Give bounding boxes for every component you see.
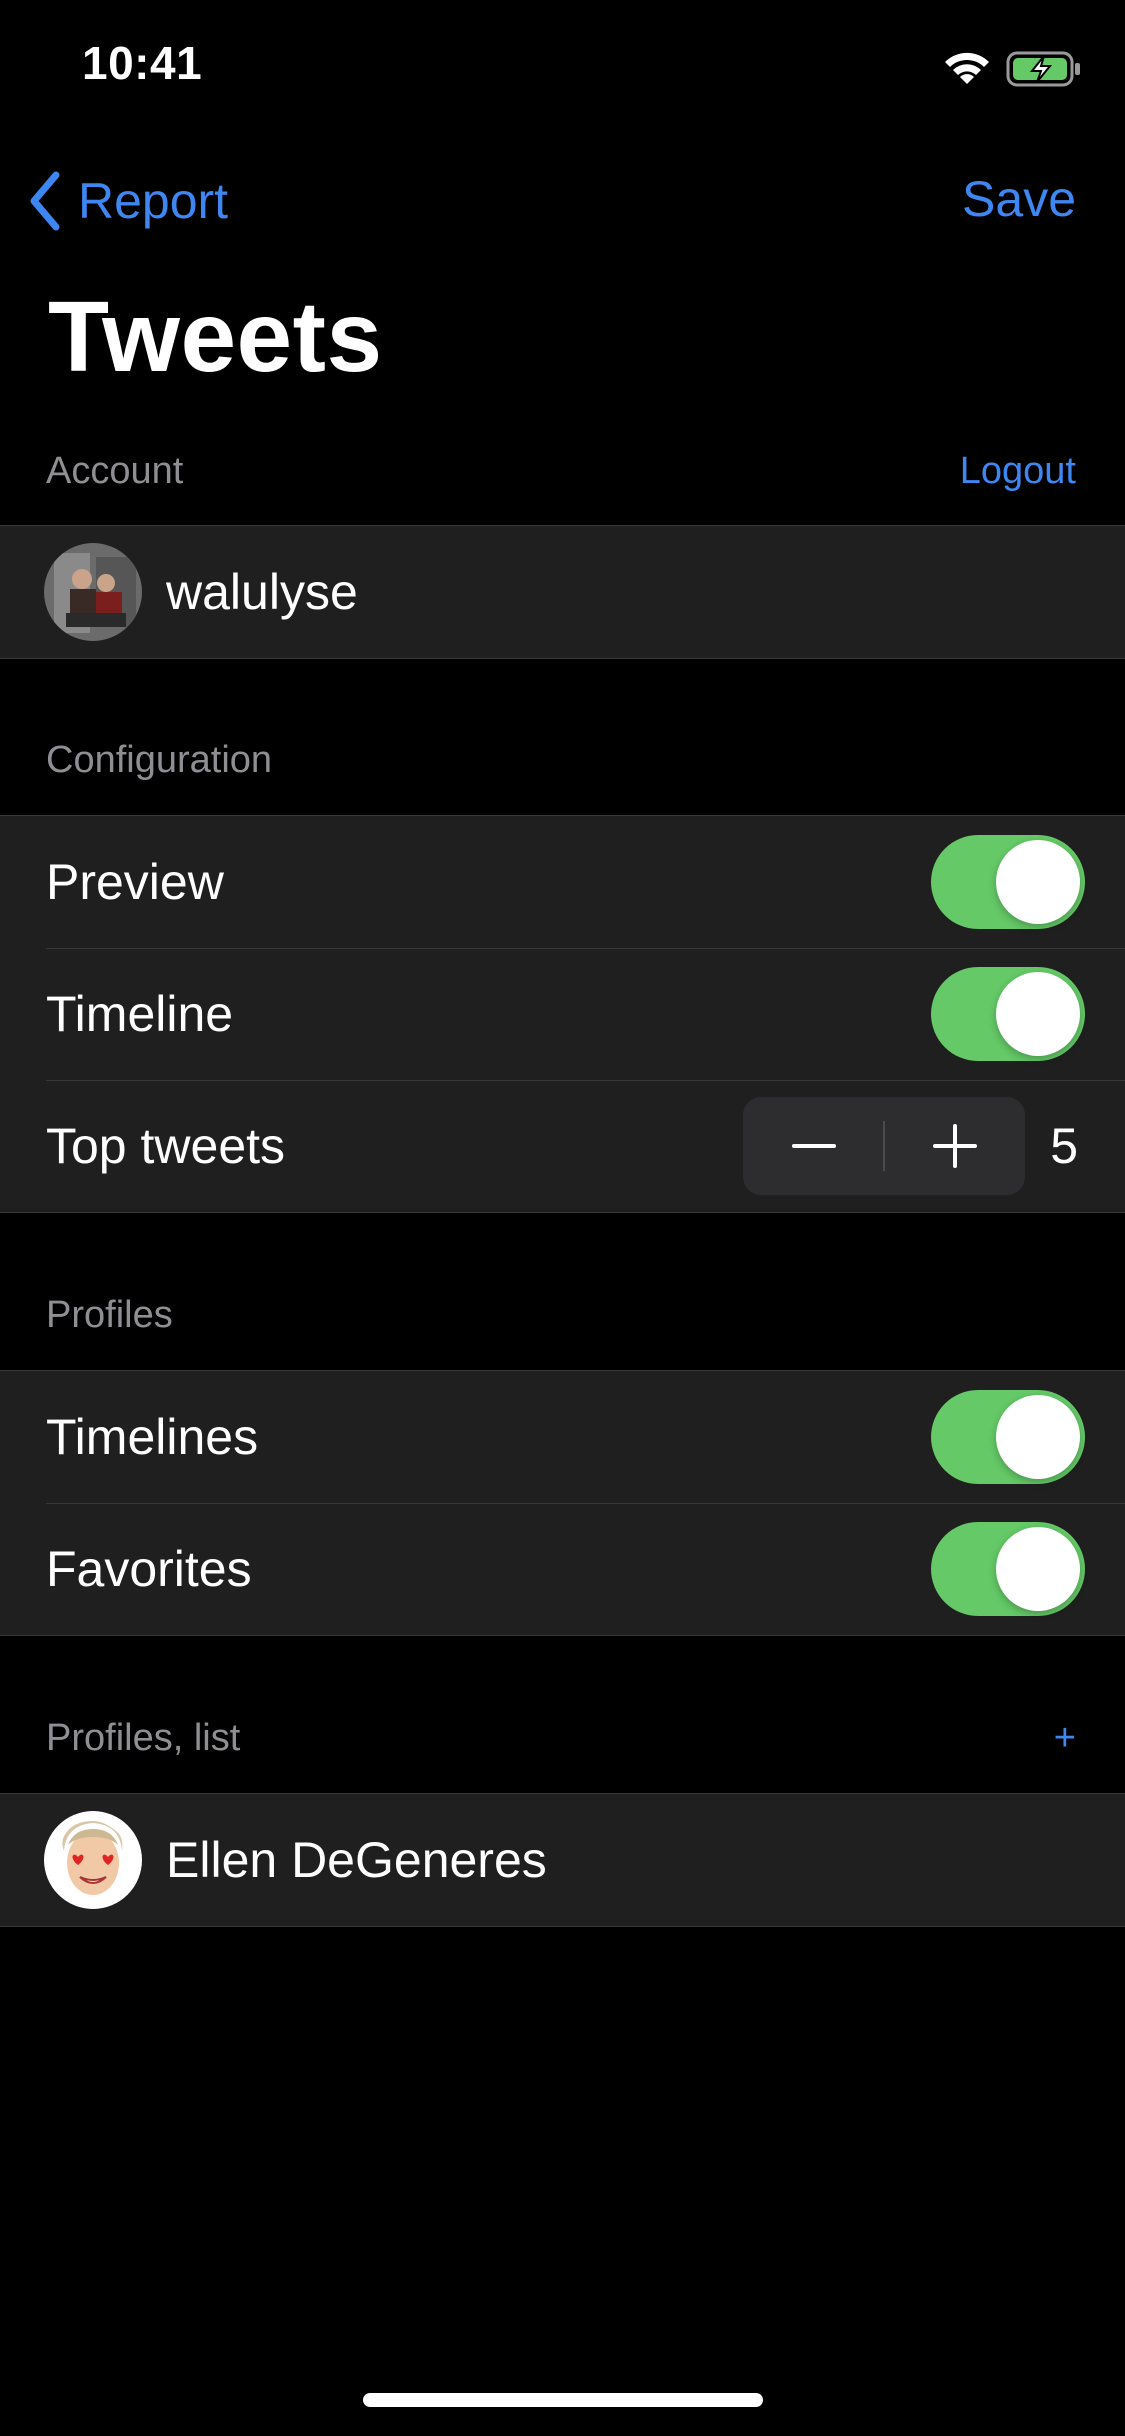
account-group: walulyse [0, 525, 1125, 659]
status-time: 10:41 [82, 37, 203, 89]
profile-name: Ellen DeGeneres [166, 1832, 547, 1888]
toggle-knob [996, 840, 1080, 924]
timeline-label: Timeline [46, 986, 234, 1042]
minus-icon [791, 1144, 836, 1148]
list-item[interactable]: Ellen DeGeneres [0, 1794, 1125, 1926]
top-tweets-value: 5 [1050, 1118, 1078, 1174]
profiles-list-group: Ellen DeGeneres [0, 1793, 1125, 1927]
preview-row: Preview [0, 816, 1125, 948]
chevron-left-icon [30, 171, 60, 231]
toggle-knob [996, 1395, 1080, 1479]
toggle-knob [996, 972, 1080, 1056]
favorites-row: Favorites [0, 1503, 1125, 1635]
battery-charging-icon [1006, 51, 1080, 87]
page-title: Tweets [48, 281, 383, 393]
profiles-group: Timelines Favorites [0, 1370, 1125, 1636]
home-indicator [363, 2393, 763, 2407]
save-button[interactable]: Save [962, 170, 1076, 228]
stepper-decrement-button[interactable] [743, 1097, 884, 1195]
profiles-section-header: Profiles [46, 1294, 173, 1336]
back-button-label: Report [78, 173, 229, 229]
top-tweets-label: Top tweets [46, 1118, 286, 1174]
profile-avatar [44, 1811, 142, 1909]
configuration-group: Preview Timeline Top tweets 5 [0, 815, 1125, 1213]
timelines-toggle[interactable] [931, 1390, 1085, 1484]
favorites-label: Favorites [46, 1541, 252, 1597]
preview-label: Preview [46, 854, 224, 910]
timelines-row: Timelines [0, 1371, 1125, 1503]
profiles-list-section-header: Profiles, list [46, 1717, 241, 1759]
timeline-toggle[interactable] [931, 967, 1085, 1061]
logout-button[interactable]: Logout [960, 450, 1076, 493]
top-tweets-stepper [743, 1097, 1025, 1195]
timelines-label: Timelines [46, 1409, 259, 1465]
stepper-increment-button[interactable] [884, 1097, 1025, 1195]
add-profile-button[interactable]: + [1054, 1717, 1076, 1760]
wifi-icon [945, 52, 989, 84]
preview-toggle[interactable] [931, 835, 1085, 929]
account-row[interactable]: walulyse [0, 526, 1125, 658]
plus-icon [932, 1124, 977, 1168]
account-username: walulyse [166, 564, 358, 620]
toggle-knob [996, 1527, 1080, 1611]
back-button[interactable]: Report [24, 166, 228, 236]
timeline-row: Timeline [0, 948, 1125, 1080]
top-tweets-row: Top tweets 5 [0, 1080, 1125, 1212]
stepper-divider [883, 1121, 885, 1171]
account-section-header: Account [46, 450, 184, 492]
configuration-section-header: Configuration [46, 739, 273, 781]
favorites-toggle[interactable] [931, 1522, 1085, 1616]
account-avatar [44, 543, 142, 641]
